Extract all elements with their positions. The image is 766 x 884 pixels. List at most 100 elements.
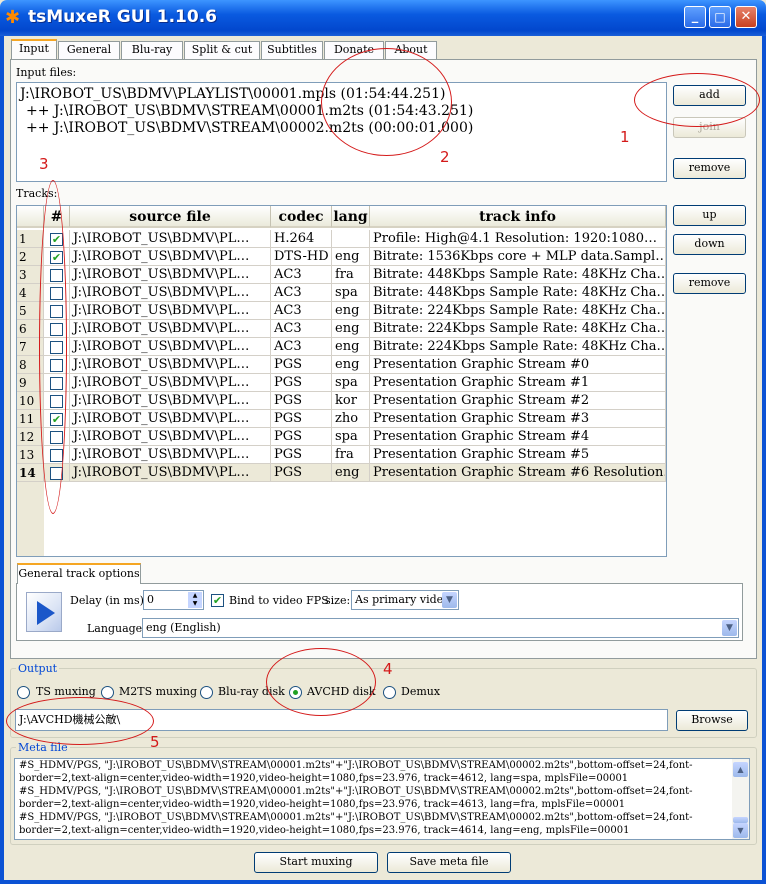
language-select[interactable]: eng (English) ▼ [142,618,739,638]
move-up-button[interactable]: up [673,205,746,226]
bind-fps-checkbox[interactable]: ✔ [211,594,224,607]
table-row[interactable]: 2 ✔ J:\IROBOT_US\BDMV\PL… DTS-HD eng Bitrate:… [17,248,666,266]
tab-input[interactable]: Input [11,39,57,60]
source-file-cell[interactable]: J:\IROBOT_US\BDMV\PL… [70,320,271,338]
track-info-cell[interactable]: Presentation Graphic Stream #2 [370,392,666,410]
codec-cell[interactable]: PGS [271,356,332,374]
track-info-cell[interactable]: Bitrate: 448Kbps Sample Rate: 48KHz Cha… [370,284,666,302]
source-file-cell[interactable]: J:\IROBOT_US\BDMV\PL… [70,464,271,482]
header-codec[interactable]: codec [271,206,332,228]
tab-subtitles[interactable]: Subtitles [261,41,323,59]
lang-cell[interactable]: spa [332,374,370,392]
minimize-button[interactable]: _ [684,6,706,28]
codec-cell[interactable]: PGS [271,428,332,446]
track-info-cell[interactable]: Bitrate: 224Kbps Sample Rate: 48KHz Cha… [370,338,666,356]
codec-cell[interactable]: DTS-HD [271,248,332,266]
source-file-cell[interactable]: J:\IROBOT_US\BDMV\PL… [70,284,271,302]
source-file-cell[interactable]: J:\IROBOT_US\BDMV\PL… [70,410,271,428]
table-row[interactable]: 10 J:\IROBOT_US\BDMV\PL… PGS kor Presentatio… [17,392,666,410]
source-file-cell[interactable]: J:\IROBOT_US\BDMV\PL… [70,446,271,464]
codec-cell[interactable]: PGS [271,446,332,464]
tab-blu-ray[interactable]: Blu-ray [121,41,183,59]
table-row[interactable]: 8 J:\IROBOT_US\BDMV\PL… PGS eng Presentation… [17,356,666,374]
table-row[interactable]: 13 J:\IROBOT_US\BDMV\PL… PGS fra Presentatio… [17,446,666,464]
lang-cell[interactable]: spa [332,428,370,446]
lang-cell[interactable]: eng [332,338,370,356]
maximize-button[interactable]: □ [709,6,731,28]
source-file-cell[interactable]: J:\IROBOT_US\BDMV\PL… [70,374,271,392]
track-info-cell[interactable]: Presentation Graphic Stream #1 [370,374,666,392]
scroll-up-icon[interactable]: ▲ [733,762,748,777]
lang-cell[interactable] [332,230,370,248]
table-row[interactable]: 12 J:\IROBOT_US\BDMV\PL… PGS spa Presentatio… [17,428,666,446]
meta-file-textarea[interactable]: #S_HDMV/PGS, "J:\IROBOT_US\BDMV\STREAM\0… [14,758,750,840]
lang-cell[interactable]: kor [332,392,370,410]
codec-cell[interactable]: PGS [271,410,332,428]
track-info-cell[interactable]: Presentation Graphic Stream #5 [370,446,666,464]
lang-cell[interactable]: eng [332,248,370,266]
lang-cell[interactable]: eng [332,464,370,482]
scroll-down-icon[interactable]: ▼ [733,823,748,838]
stepper-up-icon[interactable]: ▲ [188,592,202,600]
track-info-cell[interactable]: Presentation Graphic Stream #4 [370,428,666,446]
codec-cell[interactable]: AC3 [271,302,332,320]
remove-file-button[interactable]: remove [673,158,746,179]
tab-general-track-options[interactable]: General track options [17,563,141,584]
table-row[interactable]: 14 J:\IROBOT_US\BDMV\PL… PGS eng Presentatio… [17,464,666,482]
header-source-file[interactable]: source file [70,206,271,228]
track-info-cell[interactable]: Bitrate: 448Kbps Sample Rate: 48KHz Cha… [370,266,666,284]
source-file-cell[interactable]: J:\IROBOT_US\BDMV\PL… [70,428,271,446]
browse-button[interactable]: Browse [676,710,748,731]
table-row[interactable]: 3 J:\IROBOT_US\BDMV\PL… AC3 fra Bitrate: 448… [17,266,666,284]
lang-cell[interactable]: eng [332,320,370,338]
source-file-cell[interactable]: J:\IROBOT_US\BDMV\PL… [70,266,271,284]
lang-cell[interactable]: spa [332,284,370,302]
track-info-cell[interactable]: Presentation Graphic Stream #0 [370,356,666,374]
tab-split-cut[interactable]: Split & cut [184,41,260,59]
track-info-cell[interactable]: Bitrate: 224Kbps Sample Rate: 48KHz Cha… [370,302,666,320]
save-meta-file-button[interactable]: Save meta file [387,852,511,873]
delay-stepper[interactable]: 0 ▲ ▼ [143,590,204,610]
track-info-cell[interactable]: Presentation Graphic Stream #6 Resolutio… [370,464,666,482]
header-lang[interactable]: lang [332,206,370,228]
move-down-button[interactable]: down [673,234,746,255]
header-track-info[interactable]: track info [370,206,666,228]
remove-track-button[interactable]: remove [673,273,746,294]
codec-cell[interactable]: PGS [271,392,332,410]
size-select[interactable]: As primary video ▼ [351,590,459,610]
table-row[interactable]: 1 ✔ J:\IROBOT_US\BDMV\PL… H.264 Profile: Hig… [17,230,666,248]
stepper-down-icon[interactable]: ▼ [188,600,202,608]
radio-m2ts-muxing[interactable] [101,686,114,699]
track-info-cell[interactable]: Bitrate: 224Kbps Sample Rate: 48KHz Cha… [370,320,666,338]
codec-cell[interactable]: PGS [271,374,332,392]
source-file-cell[interactable]: J:\IROBOT_US\BDMV\PL… [70,302,271,320]
tracks-table[interactable]: # source file codec lang track info 1 ✔ J:… [16,205,667,557]
source-file-cell[interactable]: J:\IROBOT_US\BDMV\PL… [70,230,271,248]
lang-cell[interactable]: fra [332,446,370,464]
radio-blu-ray-disk[interactable] [200,686,213,699]
source-file-cell[interactable]: J:\IROBOT_US\BDMV\PL… [70,248,271,266]
source-file-cell[interactable]: J:\IROBOT_US\BDMV\PL… [70,356,271,374]
tab-general[interactable]: General [58,41,120,59]
codec-cell[interactable]: AC3 [271,266,332,284]
codec-cell[interactable]: PGS [271,464,332,482]
table-row[interactable]: 7 J:\IROBOT_US\BDMV\PL… AC3 eng Bitrate: 224… [17,338,666,356]
track-info-cell[interactable]: Presentation Graphic Stream #3 [370,410,666,428]
table-row[interactable]: 11 ✔ J:\IROBOT_US\BDMV\PL… PGS zho Presentati… [17,410,666,428]
meta-scrollbar[interactable]: ▲ ▼ [732,759,749,839]
radio-demux[interactable] [383,686,396,699]
lang-cell[interactable]: eng [332,302,370,320]
track-info-cell[interactable]: Bitrate: 1536Kbps core + MLP data.Sampl… [370,248,666,266]
source-file-cell[interactable]: J:\IROBOT_US\BDMV\PL… [70,392,271,410]
codec-cell[interactable]: AC3 [271,320,332,338]
table-row[interactable]: 6 J:\IROBOT_US\BDMV\PL… AC3 eng Bitrate: 224… [17,320,666,338]
codec-cell[interactable]: AC3 [271,338,332,356]
table-row[interactable]: 9 J:\IROBOT_US\BDMV\PL… PGS spa Presentation… [17,374,666,392]
lang-cell[interactable]: zho [332,410,370,428]
radio-ts-muxing[interactable] [17,686,30,699]
start-muxing-button[interactable]: Start muxing [254,852,378,873]
close-button[interactable]: ✕ [735,6,757,28]
track-info-cell[interactable]: Profile: High@4.1 Resolution: 1920:1080… [370,230,666,248]
lang-cell[interactable]: eng [332,356,370,374]
codec-cell[interactable]: AC3 [271,284,332,302]
